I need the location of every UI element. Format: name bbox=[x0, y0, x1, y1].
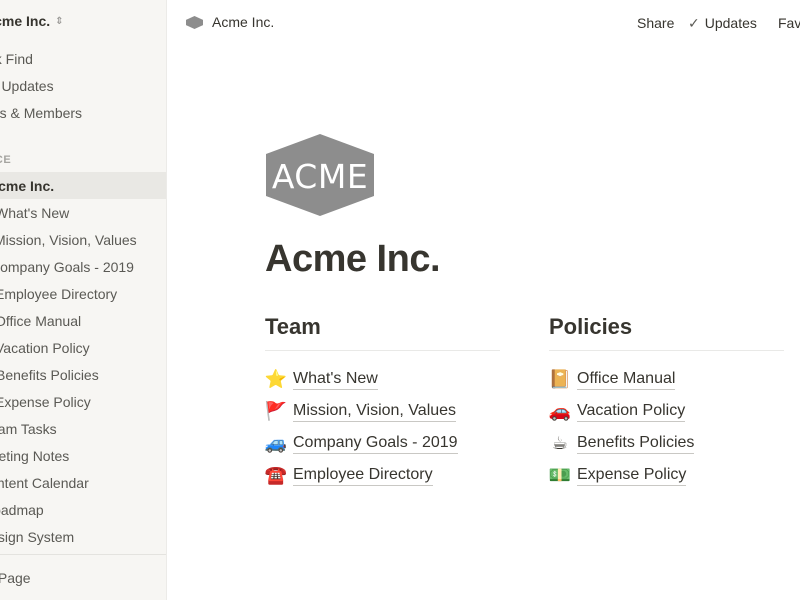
link-benefits-policies[interactable]: ☕ Benefits Policies bbox=[549, 427, 784, 459]
link-label: Office Manual bbox=[577, 369, 676, 390]
workspace-name: Acme Inc. bbox=[0, 13, 51, 29]
link-label: Benefits Policies bbox=[577, 433, 695, 454]
check-icon: ✓ bbox=[688, 15, 700, 31]
sidebar-page-label: What's New bbox=[0, 204, 70, 221]
sidebar-page-roadmap[interactable]: Roadmap bbox=[0, 496, 166, 523]
new-page-button[interactable]: New Page bbox=[0, 570, 31, 586]
workspace-section-label: WORKSPACE bbox=[0, 154, 12, 166]
sidebar-page-design-system[interactable]: Design System bbox=[0, 523, 166, 550]
sidebar-divider bbox=[0, 554, 166, 555]
share-button[interactable]: Share bbox=[637, 15, 674, 31]
sidebar: Acme Inc. ⇕ Quick Find All Updates Setti… bbox=[0, 0, 167, 600]
link-employee-directory[interactable]: ☎️ Employee Directory bbox=[265, 459, 500, 491]
link-label: Mission, Vision, Values bbox=[293, 401, 457, 422]
chevron-updown-icon: ⇕ bbox=[55, 15, 64, 27]
sidebar-page-benefits-policies[interactable]: Benefits Policies bbox=[0, 361, 166, 388]
link-vacation-policy[interactable]: 🚗 Vacation Policy bbox=[549, 395, 784, 427]
settings-members-link[interactable]: Settings & Members bbox=[0, 105, 82, 121]
sidebar-page-employee-directory[interactable]: Employee Directory bbox=[0, 280, 166, 307]
updates-label: Updates bbox=[704, 15, 757, 31]
star-icon: ⭐ bbox=[264, 369, 288, 389]
sidebar-page-label: Content Calendar bbox=[0, 474, 89, 491]
sidebar-page-vacation-policy[interactable]: Vacation Policy bbox=[0, 334, 166, 361]
sidebar-page-label: Expense Policy bbox=[0, 393, 91, 410]
link-label: Employee Directory bbox=[293, 465, 433, 486]
acme-logo-icon bbox=[186, 15, 203, 29]
breadcrumb-page-title: Acme Inc. bbox=[212, 14, 275, 30]
page-title: Acme Inc. bbox=[265, 238, 441, 280]
sidebar-page-label: Office Manual bbox=[0, 312, 82, 329]
sidebar-page-team-tasks[interactable]: Team Tasks bbox=[0, 415, 166, 442]
acme-logo: ACME bbox=[266, 134, 374, 216]
sidebar-page-label: Vacation Policy bbox=[0, 339, 90, 356]
coffee-icon: ☕ bbox=[551, 433, 569, 453]
logo-text: ACME bbox=[272, 157, 368, 196]
sidebar-page-label: Design System bbox=[0, 528, 75, 545]
link-label: What's New bbox=[293, 369, 378, 390]
team-column: Team ⭐ What's New 🚩 Mission, Vision, Val… bbox=[265, 313, 500, 491]
sidebar-page-label: Meeting Notes bbox=[0, 447, 70, 464]
sidebar-page-company-goals[interactable]: Company Goals - 2019 bbox=[0, 253, 166, 280]
sidebar-page-label: Company Goals - 2019 bbox=[0, 258, 134, 275]
all-updates-link[interactable]: All Updates bbox=[0, 78, 54, 94]
telephone-icon: ☎️ bbox=[264, 465, 288, 485]
red-car-icon: 🚗 bbox=[548, 401, 572, 421]
sidebar-page-expense-policy[interactable]: Expense Policy bbox=[0, 388, 166, 415]
updates-button[interactable]: ✓ Updates bbox=[688, 15, 757, 32]
link-whats-new[interactable]: ⭐ What's New bbox=[265, 363, 500, 395]
workspace-switcher[interactable]: Acme Inc. ⇕ bbox=[0, 13, 64, 29]
link-mission[interactable]: 🚩 Mission, Vision, Values bbox=[265, 395, 500, 427]
sidebar-page-acme-inc[interactable]: Acme Inc. bbox=[0, 172, 166, 199]
link-label: Vacation Policy bbox=[577, 401, 686, 422]
sidebar-page-meeting-notes[interactable]: Meeting Notes bbox=[0, 442, 166, 469]
link-label: Company Goals - 2019 bbox=[293, 433, 458, 454]
red-flag-icon: 🚩 bbox=[264, 401, 288, 421]
policies-heading: Policies bbox=[549, 313, 784, 351]
link-label: Expense Policy bbox=[577, 465, 687, 486]
notebook-icon: 📔 bbox=[548, 369, 572, 389]
sidebar-page-label: Team Tasks bbox=[0, 420, 57, 437]
sidebar-page-label: Benefits Policies bbox=[0, 366, 99, 383]
favorite-button[interactable]: Favorite bbox=[778, 15, 800, 31]
sidebar-page-label: Mission, Vision, Values bbox=[0, 231, 137, 248]
money-icon: 💵 bbox=[548, 465, 572, 485]
sidebar-page-whats-new[interactable]: What's New bbox=[0, 199, 166, 226]
policies-column: Policies 📔 Office Manual 🚗 Vacation Poli… bbox=[549, 313, 784, 491]
link-expense-policy[interactable]: 💵 Expense Policy bbox=[549, 459, 784, 491]
link-company-goals[interactable]: 🚙 Company Goals - 2019 bbox=[265, 427, 500, 459]
link-office-manual[interactable]: 📔 Office Manual bbox=[549, 363, 784, 395]
breadcrumb[interactable]: Acme Inc. bbox=[186, 14, 274, 30]
car-icon: 🚙 bbox=[264, 433, 288, 453]
sidebar-page-label: Employee Directory bbox=[0, 285, 118, 302]
sidebar-page-content-calendar[interactable]: Content Calendar bbox=[0, 469, 166, 496]
sidebar-page-office-manual[interactable]: Office Manual bbox=[0, 307, 166, 334]
quick-find-link[interactable]: Quick Find bbox=[0, 51, 33, 67]
team-heading: Team bbox=[265, 313, 500, 351]
sidebar-page-label: Acme Inc. bbox=[0, 177, 55, 194]
sidebar-page-mission[interactable]: Mission, Vision, Values bbox=[0, 226, 166, 253]
sidebar-page-label: Roadmap bbox=[0, 501, 44, 518]
